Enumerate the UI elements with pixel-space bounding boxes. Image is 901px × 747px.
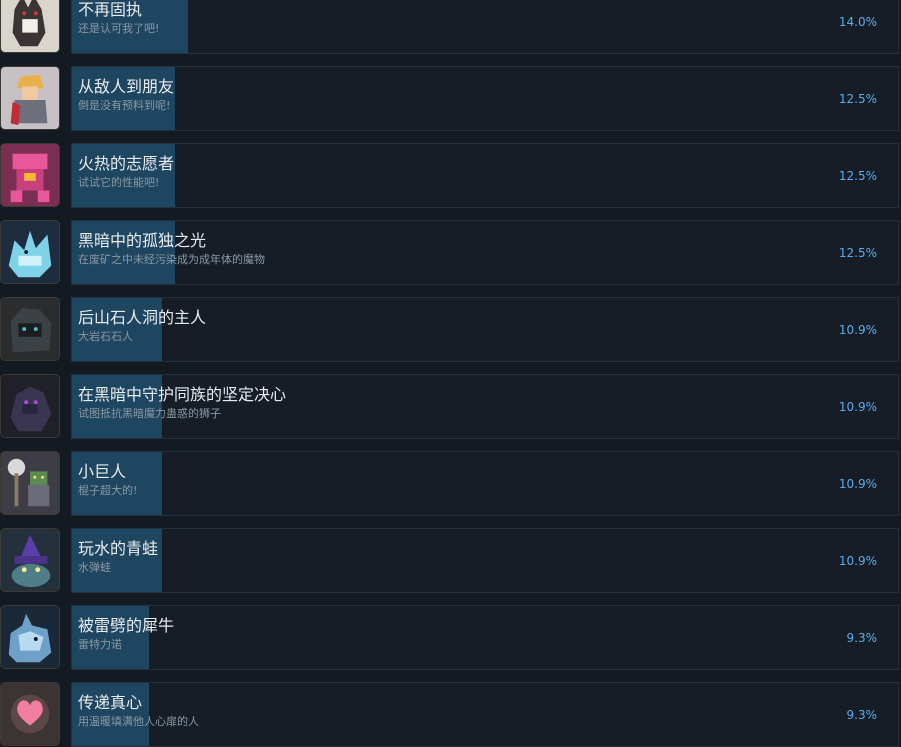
- achievement-description: 用温暖填满他人心扉的人: [78, 715, 199, 728]
- heart-icon: [0, 682, 60, 746]
- achievement-row: 传递真心用温暖填满他人心扉的人 9.3%: [0, 682, 901, 747]
- achievement-panel: 黑暗中的孤独之光在废矿之中未经污染成为成年体的魔物 12.5%: [71, 220, 899, 285]
- achievement-description: 试图抵抗黑暗魔力蛊惑的狮子: [78, 407, 221, 420]
- wizard-frog-icon: [0, 528, 60, 592]
- achievement-row: 被雷劈的犀牛雷特力诺 9.3%: [0, 605, 901, 671]
- unlock-percentage: 12.5%: [838, 92, 877, 106]
- achievement-panel: 玩水的青蛙水弹蛙 10.9%: [71, 528, 899, 593]
- achievement-row: 玩水的青蛙水弹蛙 10.9%: [0, 528, 901, 594]
- achievement-row: 从敌人到朋友倒是没有预料到呢! 12.5%: [0, 66, 901, 132]
- shadow-lion-icon: [0, 374, 60, 438]
- rock-golem-icon: [0, 297, 60, 361]
- blonde-warrior-icon: [0, 66, 60, 130]
- unlock-percentage: 10.9%: [838, 554, 877, 568]
- achievement-title: 后山石人洞的主人: [78, 308, 207, 327]
- unlock-percentage: 12.5%: [838, 246, 877, 260]
- werewolf-icon: [0, 0, 60, 53]
- goblin-club-icon: [0, 451, 60, 515]
- achievement-row: 火热的志愿者试试它的性能吧! 12.5%: [0, 143, 901, 209]
- unlock-percentage: 10.9%: [838, 477, 877, 491]
- unlock-percentage: 9.3%: [846, 631, 878, 645]
- achievement-row: 不再固执还是认可我了吧! 14.0%: [0, 0, 901, 55]
- pink-mech-icon: [0, 143, 60, 207]
- achievement-panel: 被雷劈的犀牛雷特力诺 9.3%: [71, 605, 899, 670]
- achievement-panel: 小巨人棍子超大的! 10.9%: [71, 451, 899, 516]
- achievement-row: 在黑暗中守护同族的坚定决心试图抵抗黑暗魔力蛊惑的狮子 10.9%: [0, 374, 901, 440]
- achievement-panel: 火热的志愿者试试它的性能吧! 12.5%: [71, 143, 899, 208]
- achievement-title: 火热的志愿者: [78, 154, 175, 173]
- achievement-description: 在废矿之中未经污染成为成年体的魔物: [78, 253, 265, 266]
- achievement-title: 在黑暗中守护同族的坚定决心: [78, 385, 287, 404]
- achievement-row: 黑暗中的孤独之光在废矿之中未经污染成为成年体的魔物 12.5%: [0, 220, 901, 286]
- achievement-panel: 从敌人到朋友倒是没有预料到呢! 12.5%: [71, 66, 899, 131]
- achievement-description: 棍子超大的!: [78, 484, 138, 497]
- achievement-list: 不再固执 还是认可我了吧! 14.0% 从敌人到朋友 倒是没有预料到呢! 12.5% 火热的…: [0, 0, 901, 747]
- achievement-row: 小巨人棍子超大的! 10.9%: [0, 451, 901, 517]
- thunder-rhino-icon: [0, 605, 60, 669]
- achievement-title: 从敌人到朋友: [78, 77, 175, 96]
- achievement-title: 传递真心: [78, 693, 143, 712]
- achievement-description: 雷特力诺: [78, 638, 122, 651]
- achievement-description: 倒是没有预料到呢!: [78, 99, 171, 112]
- achievement-description: 大岩石石人: [78, 330, 133, 343]
- achievement-panel: 后山石人洞的主人大岩石石人 10.9%: [71, 297, 899, 362]
- unlock-percentage: 14.0%: [838, 15, 877, 29]
- achievement-description: 试试它的性能吧!: [78, 176, 160, 189]
- achievement-panel: 不再固执还是认可我了吧! 14.0%: [71, 0, 899, 54]
- achievement-description: 还是认可我了吧!: [78, 22, 160, 35]
- achievement-panel: 传递真心用温暖填满他人心扉的人 9.3%: [71, 682, 899, 747]
- achievement-title: 被雷劈的犀牛: [78, 616, 175, 635]
- achievement-title: 黑暗中的孤独之光: [78, 231, 207, 250]
- crystal-beast-icon: [0, 220, 60, 284]
- achievement-title: 小巨人: [78, 462, 127, 481]
- achievement-row: 后山石人洞的主人大岩石石人 10.9%: [0, 297, 901, 363]
- achievement-panel: 在黑暗中守护同族的坚定决心试图抵抗黑暗魔力蛊惑的狮子 10.9%: [71, 374, 899, 439]
- unlock-percentage: 12.5%: [838, 169, 877, 183]
- achievement-description: 水弹蛙: [78, 561, 111, 574]
- unlock-percentage: 10.9%: [838, 323, 877, 337]
- achievement-title: 不再固执: [78, 0, 143, 19]
- achievement-title: 玩水的青蛙: [78, 539, 159, 558]
- unlock-percentage: 9.3%: [846, 708, 878, 722]
- unlock-percentage: 10.9%: [838, 400, 877, 414]
